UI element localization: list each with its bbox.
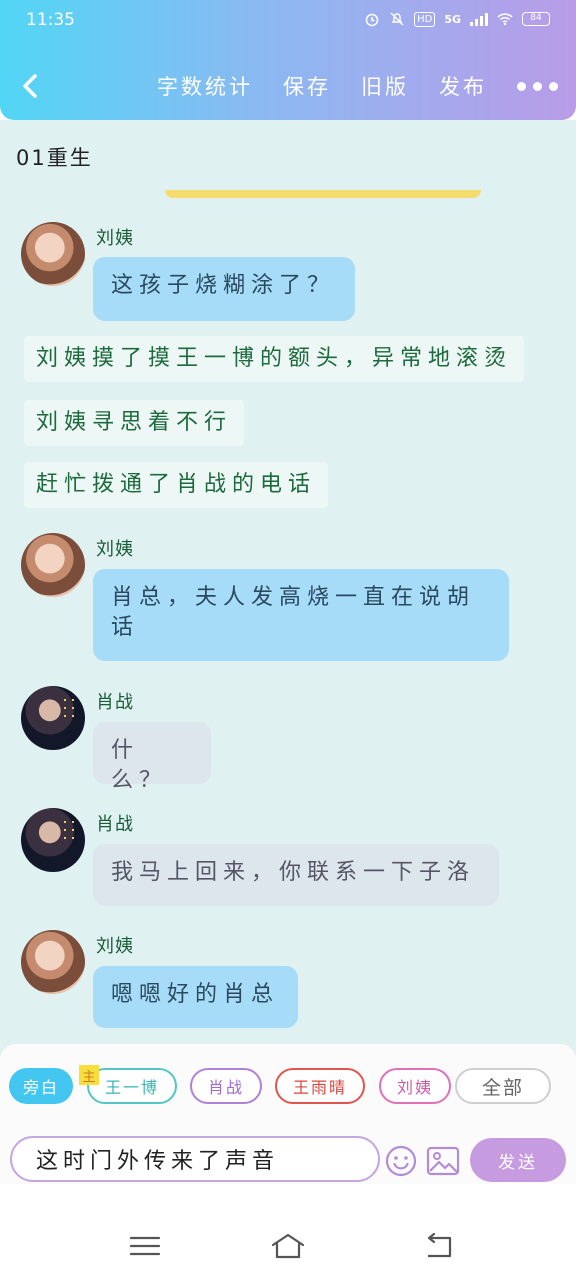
avatar-xiao-zhan[interactable] [21,686,85,750]
emoji-icon[interactable] [384,1144,418,1178]
back-nav-icon[interactable] [422,1230,458,1262]
menu-icon[interactable] [127,1230,163,1262]
image-icon[interactable] [426,1145,460,1177]
narration-line[interactable]: 刘姨寻思着不行 [24,400,245,446]
avatar-liu-yi[interactable] [21,930,85,994]
avatar-liu-yi[interactable] [21,222,85,286]
message-bubble[interactable]: 嗯嗯好的肖总 [93,966,298,1028]
send-button[interactable]: 发送 [470,1138,566,1182]
status-icons: HD 5G 84 [364,11,550,27]
wifi-icon [497,13,513,26]
speaker-name: 刘姨 [96,936,134,957]
header-actions: 字数统计 保存 旧版 发布 [157,70,558,102]
avatar-xiao-zhan[interactable] [21,808,85,872]
avatar-liu-yi[interactable] [21,533,85,597]
role-chip-wang-yibo[interactable]: 王一博 [87,1068,177,1104]
status-time: 11:35 [26,10,75,30]
message-bubble[interactable]: 我马上回来，你联系一下子洛 [93,844,499,906]
top-header: 11:35 HD 5G 84 字数统计 保存 旧版 发布 [0,0,576,120]
home-icon[interactable] [270,1230,306,1262]
network-label: 5G [444,12,461,26]
chevron-left-icon [23,74,37,98]
message-bubble[interactable]: 这孩子烧糊涂了？ [93,257,355,321]
more-icon[interactable] [517,81,558,91]
signal-icon [470,12,488,26]
compose-panel: 旁白 主 王一博 肖战 王雨晴 刘姨 全部 这时门外传来了声音 发送 [0,1044,576,1184]
speaker-name: 刘姨 [96,228,134,249]
role-chip-narration[interactable]: 旁白 [9,1068,73,1104]
alarm-icon [365,13,379,27]
scroll-indicator [165,190,481,198]
battery-icon: 84 [522,12,550,26]
role-chip-wang-yuqing[interactable]: 王雨晴 [275,1068,365,1104]
role-chip-all[interactable]: 全部 [455,1068,551,1104]
message-bubble[interactable]: 什么？ [93,722,211,793]
main-role-badge: 主 [79,1065,99,1085]
old-version-button[interactable]: 旧版 [361,71,409,101]
system-navbar [0,1212,576,1280]
message-input[interactable]: 这时门外传来了声音 [10,1136,380,1182]
message-bubble[interactable]: 肖总，夫人发高烧一直在说胡话 [93,569,509,661]
speaker-name: 肖战 [96,692,134,713]
word-count-button[interactable]: 字数统计 [157,71,253,101]
speaker-name: 刘姨 [96,539,134,560]
role-chip-xiao-zhan[interactable]: 肖战 [190,1068,262,1104]
publish-button[interactable]: 发布 [439,71,487,101]
mute-bell-icon [390,12,404,26]
save-button[interactable]: 保存 [283,71,331,101]
narration-line[interactable]: 赶忙拨通了肖战的电话 [24,462,329,508]
narration-line[interactable]: 刘姨摸了摸王一博的额头，异常地滚烫 [24,336,525,382]
back-button[interactable] [14,70,46,102]
chat-area[interactable]: 01重生 刘姨 这孩子烧糊涂了？ 刘姨摸了摸王一博的额头，异常地滚烫 刘姨寻思着… [0,120,576,1184]
chapter-title[interactable]: 01重生 [16,142,93,172]
speaker-name: 肖战 [96,814,134,835]
role-selector: 旁白 主 王一博 肖战 王雨晴 刘姨 全部 [9,1065,567,1104]
hd-icon: HD [414,11,436,27]
role-chip-liu-yi[interactable]: 刘姨 [379,1068,451,1104]
